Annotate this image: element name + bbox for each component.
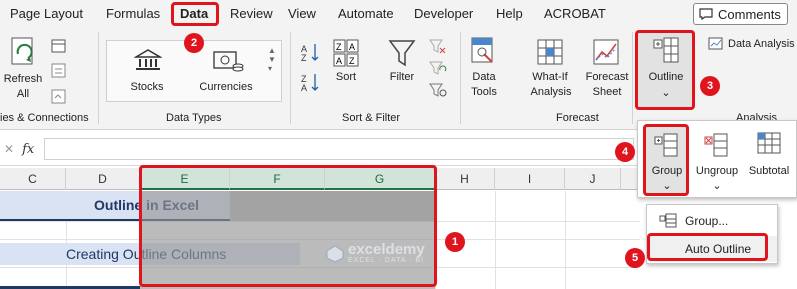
tab-automate[interactable]: Automate	[338, 6, 394, 21]
column-header-j[interactable]: J	[565, 168, 621, 190]
what-if-label-1[interactable]: What-If	[526, 71, 574, 83]
data-analysis-icon[interactable]	[708, 37, 724, 51]
step-badge-5: 5	[625, 248, 645, 268]
what-if-analysis-icon[interactable]	[536, 38, 566, 68]
sort-icon[interactable]: Z A A Z	[332, 38, 360, 68]
forecast-sheet-icon[interactable]	[592, 38, 622, 68]
column-header-c[interactable]: C	[0, 168, 66, 190]
callout-box-data-tab	[171, 2, 219, 26]
tab-review[interactable]: Review	[230, 6, 273, 21]
sort-label[interactable]: Sort	[328, 71, 364, 83]
data-types-group-label: Data Types	[166, 112, 222, 124]
queries-group-label: ies & Connections	[0, 112, 89, 124]
step-badge-1: 1	[445, 232, 465, 252]
gallery-scroll-icon[interactable]: ▲ ▼ ▾	[268, 46, 276, 73]
formula-input[interactable]	[44, 138, 634, 160]
tab-formulas[interactable]: Formulas	[106, 6, 160, 21]
ungroup-icon[interactable]	[704, 133, 730, 159]
insert-function-button[interactable]: fx	[22, 142, 34, 157]
column-header-h[interactable]: H	[435, 168, 495, 190]
currencies-icon[interactable]	[212, 50, 244, 74]
svg-text:Z: Z	[301, 53, 307, 63]
refresh-all-label[interactable]: All	[2, 88, 44, 100]
svg-text:Z: Z	[349, 56, 355, 66]
comments-label: Comments	[718, 6, 781, 22]
column-header-d[interactable]: D	[66, 168, 140, 190]
tab-page-layout[interactable]: Page Layout	[10, 6, 83, 21]
callout-box-selected-range	[139, 165, 437, 287]
step-badge-2: 2	[184, 33, 204, 53]
filter-label[interactable]: Filter	[382, 71, 422, 83]
menu-item-group-label: Group...	[685, 214, 729, 228]
stocks-icon[interactable]	[134, 48, 162, 72]
forecast-sheet-label-1[interactable]: Forecast	[582, 71, 632, 83]
queries-small-icons[interactable]	[50, 38, 68, 118]
data-tools-label-1[interactable]: Data	[464, 71, 504, 83]
data-tools-icon[interactable]	[470, 36, 498, 68]
refresh-label[interactable]: Refresh	[2, 73, 44, 85]
svg-text:Z: Z	[336, 42, 342, 52]
ungroup-chevron-icon[interactable]: ⌄	[692, 179, 742, 192]
column-header-i[interactable]: I	[495, 168, 565, 190]
svg-text:A: A	[301, 83, 307, 93]
step-badge-4: 4	[615, 142, 635, 162]
callout-box-auto-outline	[647, 233, 768, 261]
data-tools-label-2[interactable]: Tools	[462, 86, 506, 98]
cancel-icon[interactable]: ✕	[4, 142, 14, 156]
tab-view[interactable]: View	[288, 6, 316, 21]
separator	[632, 32, 633, 124]
separator	[98, 32, 99, 124]
subtotal-icon[interactable]	[756, 131, 782, 157]
formula-buttons: ✕ fx	[0, 137, 42, 161]
ungroup-label[interactable]: Ungroup	[692, 165, 742, 177]
forecast-sheet-label-2[interactable]: Sheet	[582, 86, 632, 98]
menu-bar: Page Layout Formulas Data Review View Au…	[0, 0, 797, 28]
refresh-all-icon[interactable]	[8, 36, 40, 72]
tab-developer[interactable]: Developer	[414, 6, 473, 21]
tab-acrobat[interactable]: ACROBAT	[544, 6, 606, 21]
sort-filter-group-label: Sort & Filter	[342, 112, 401, 124]
separator	[460, 32, 461, 124]
step-badge-3: 3	[700, 76, 720, 96]
menu-item-group[interactable]: Group...	[647, 208, 777, 234]
subtotal-label[interactable]: Subtotal	[742, 165, 796, 177]
data-analysis-label[interactable]: Data Analysis	[728, 38, 795, 50]
what-if-label-2[interactable]: Analysis	[522, 86, 580, 98]
filter-icon[interactable]	[388, 38, 416, 68]
tab-help[interactable]: Help	[496, 6, 523, 21]
group-small-icon	[659, 213, 677, 228]
comments-button[interactable]: Comments	[693, 3, 788, 25]
separator	[290, 32, 291, 124]
currencies-label[interactable]: Currencies	[194, 81, 258, 93]
svg-text:A: A	[336, 56, 342, 66]
comment-icon	[699, 8, 713, 20]
forecast-group-label: Forecast	[556, 112, 599, 124]
callout-box-outline	[635, 30, 695, 110]
stocks-label[interactable]: Stocks	[122, 81, 172, 93]
svg-text:A: A	[349, 42, 355, 52]
sort-az-icons[interactable]: A Z Z A	[300, 38, 322, 98]
filter-options-icons[interactable]	[428, 38, 448, 102]
callout-box-group	[643, 124, 689, 196]
